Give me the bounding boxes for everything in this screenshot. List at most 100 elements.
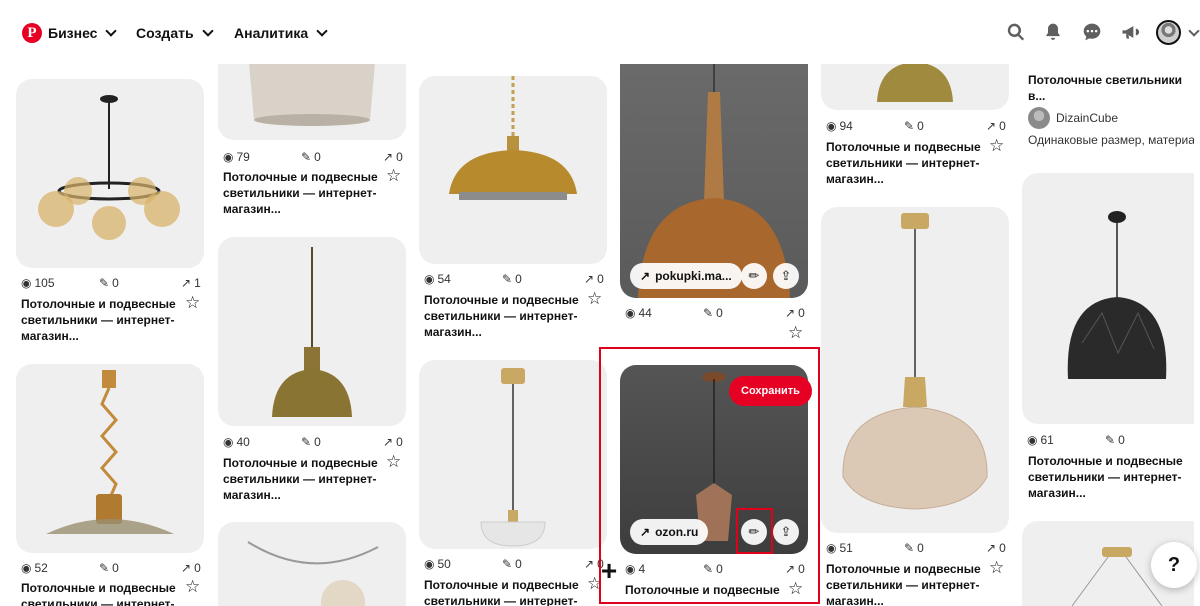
views-count: 61	[1040, 433, 1054, 447]
pin-icon: ✎	[99, 561, 110, 575]
saves-stat: ✎ 0	[502, 272, 584, 286]
views-stat: ◉ 40	[223, 435, 301, 449]
eye-icon: ◉	[1027, 433, 1038, 447]
eye-icon: ◉	[826, 119, 837, 133]
share-button[interactable]: ⇪	[773, 519, 799, 545]
pin-stats: ◉ 52 ✎ 0 ↗ 0	[21, 561, 201, 575]
arrow-up-right-icon: ↗	[785, 562, 796, 576]
star-icon[interactable]: ☆	[788, 580, 803, 597]
saves-stat: ✎ 0	[703, 306, 785, 320]
views-stat: ◉ 54	[424, 272, 502, 286]
nav-create[interactable]: Создать	[136, 24, 214, 41]
nav-analytics[interactable]: Аналитика	[234, 24, 328, 41]
pin-stats: ◉ 44 ✎ 0 ↗ 0	[625, 306, 805, 320]
pencil-icon: ✏	[748, 524, 760, 539]
pin-title[interactable]: Потолочные светильники в...	[1028, 72, 1196, 104]
saves-stat: ✎ 0	[904, 119, 986, 133]
clicks-count: 0	[597, 272, 604, 286]
saves-count: 0	[1118, 433, 1125, 447]
eye-icon: ◉	[21, 561, 32, 575]
pin-title[interactable]: Потолочные и подвесные светильники — инт…	[424, 292, 592, 340]
pin-image[interactable]	[16, 79, 204, 268]
pinterest-logo-icon[interactable]: P	[22, 23, 42, 43]
pin-icon: ✎	[502, 557, 513, 571]
pin-image[interactable]	[821, 207, 1009, 533]
arrow-up-right-icon: ↗	[584, 272, 595, 286]
clicks-count: 0	[999, 119, 1006, 133]
star-icon[interactable]: ☆	[788, 324, 803, 341]
pin-image[interactable]	[218, 52, 406, 140]
pin-image[interactable]	[620, 52, 808, 298]
source-link-button[interactable]: ↗ ozon.ru	[630, 519, 709, 545]
arrow-up-right-icon: ↗	[785, 306, 796, 320]
pin-title[interactable]: Потолочные и подвесные светильники — инт…	[1028, 453, 1196, 501]
pin-title[interactable]: Потолочные и подвесные светильники — инт…	[424, 577, 592, 606]
views-stat: ◉ 94	[826, 119, 904, 133]
clicks-count: 0	[798, 306, 805, 320]
pin-stats: ◉ 50 ✎ 0 ↗ 0	[424, 557, 604, 571]
pin-title[interactable]: Потолочные и подвесные светильники — инт…	[826, 139, 994, 187]
clicks-stat: ↗ 0	[785, 306, 805, 320]
pin-title[interactable]: Потолочные и подвесные светильники — инт…	[826, 561, 994, 606]
pin-title[interactable]: Потолочные и подвесные светильники — инт…	[223, 455, 391, 503]
pin-stats: ◉ 79 ✎ 0 ↗ 0	[223, 150, 403, 164]
pin-image[interactable]	[218, 522, 406, 606]
views-stat: ◉ 105	[21, 276, 99, 290]
star-icon[interactable]: ☆	[989, 137, 1004, 154]
search-icon[interactable]	[1004, 20, 1028, 44]
share-button[interactable]: ⇪	[773, 263, 799, 289]
eye-icon: ◉	[625, 562, 636, 576]
pin-author[interactable]: DizainCube	[1028, 107, 1118, 129]
saves-count: 0	[112, 276, 119, 290]
views-stat: ◉ 50	[424, 557, 502, 571]
author-name: DizainCube	[1056, 111, 1119, 125]
edit-button[interactable]: ✏	[741, 519, 767, 545]
views-count: 52	[34, 561, 48, 575]
star-icon[interactable]: ☆	[185, 578, 200, 595]
star-icon[interactable]: ☆	[386, 167, 401, 184]
pin-title[interactable]: Потолочные и подвесные светильники — инт…	[21, 580, 189, 606]
source-link-button[interactable]: ↗ pokupki.ma...	[630, 263, 742, 289]
clicks-stat: ↗ 0	[383, 435, 403, 449]
views-stat: ◉ 61	[1027, 433, 1105, 447]
nav-business[interactable]: Бизнес	[48, 24, 118, 41]
megaphone-icon[interactable]	[1118, 20, 1142, 44]
eye-icon: ◉	[21, 276, 32, 290]
pin-icon: ✎	[703, 562, 714, 576]
add-pin-button[interactable]: +	[597, 557, 621, 586]
pin-image[interactable]	[419, 360, 607, 549]
pin-title[interactable]: Потолочные и подвесные светильники — инт…	[21, 296, 189, 344]
pin-image[interactable]	[16, 364, 204, 553]
arrow-up-right-icon: ↗	[640, 525, 651, 539]
edit-button[interactable]: ✏	[741, 263, 767, 289]
saves-stat: ✎ 0	[904, 541, 986, 555]
save-button[interactable]: Сохранить	[729, 376, 812, 406]
star-icon[interactable]: ☆	[185, 294, 200, 311]
star-icon[interactable]: ☆	[386, 453, 401, 470]
views-count: 50	[437, 557, 451, 571]
star-icon[interactable]: ☆	[989, 559, 1004, 576]
bell-icon[interactable]	[1041, 20, 1065, 44]
pin-image[interactable]	[1022, 173, 1200, 424]
clicks-count: 0	[194, 561, 201, 575]
scrollbar[interactable]	[1194, 64, 1200, 606]
saves-stat: ✎ 0	[99, 561, 181, 575]
chevron-down-icon[interactable]	[1188, 25, 1200, 37]
clicks-count: 0	[396, 435, 403, 449]
saves-stat: ✎ 0	[1105, 433, 1187, 447]
help-button[interactable]: ?	[1151, 542, 1197, 588]
pin-image[interactable]	[419, 76, 607, 264]
pin-icon: ✎	[502, 272, 513, 286]
pin-image[interactable]	[218, 237, 406, 426]
pin-stats: ◉ 51 ✎ 0 ↗ 0	[826, 541, 1006, 555]
star-icon[interactable]: ☆	[587, 290, 602, 307]
pin-title[interactable]: Потолочные и подвесные светильники — инт…	[625, 582, 793, 598]
upload-icon: ⇪	[780, 524, 792, 539]
avatar[interactable]	[1156, 20, 1181, 45]
messages-icon[interactable]	[1080, 20, 1104, 44]
eye-icon: ◉	[223, 150, 234, 164]
pin-title[interactable]: Потолочные и подвесные светильники — инт…	[223, 169, 391, 217]
nav-create-label: Создать	[136, 25, 194, 41]
clicks-stat: ↗ 0	[181, 561, 201, 575]
eye-icon: ◉	[223, 435, 234, 449]
